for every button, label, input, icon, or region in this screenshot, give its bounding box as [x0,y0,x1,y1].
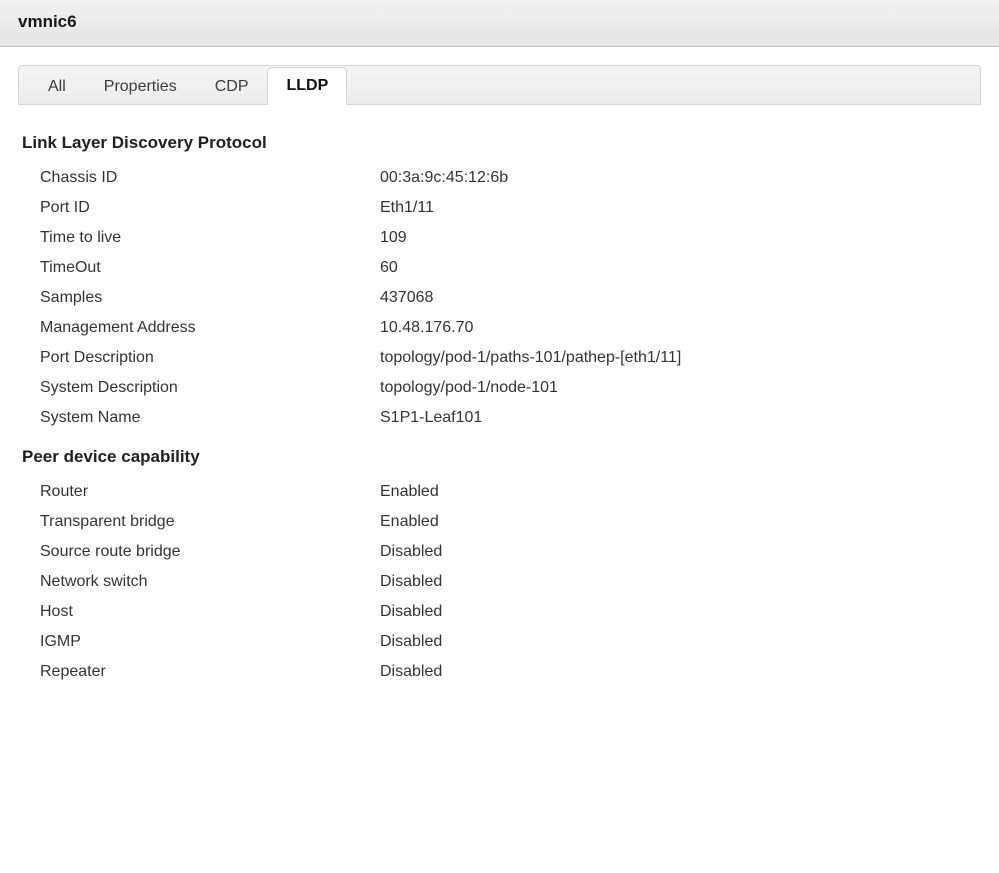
value-host: Disabled [380,603,442,621]
value-network-switch: Disabled [380,573,442,591]
value-igmp: Disabled [380,633,442,651]
label-router: Router [40,483,380,501]
row-router: Router Enabled [22,477,977,507]
section-peer-title: Peer device capability [22,447,977,467]
row-repeater: Repeater Disabled [22,657,977,687]
row-chassis-id: Chassis ID 00:3a:9c:45:12:6b [22,163,977,193]
label-sys-desc: System Description [40,379,380,397]
value-router: Enabled [380,483,439,501]
value-sys-desc: topology/pod-1/node-101 [380,379,558,397]
label-transparent-bridge: Transparent bridge [40,513,380,531]
value-timeout: 60 [380,259,398,277]
value-repeater: Disabled [380,663,442,681]
content-panel: Link Layer Discovery Protocol Chassis ID… [0,105,999,873]
window-title: vmnic6 [18,12,981,32]
label-source-route-bridge: Source route bridge [40,543,380,561]
label-host: Host [40,603,380,621]
value-sys-name: S1P1-Leaf101 [380,409,482,427]
label-samples: Samples [40,289,380,307]
tabbar-container: All Properties CDP LLDP [0,47,999,105]
row-host: Host Disabled [22,597,977,627]
label-port-desc: Port Description [40,349,380,367]
row-sys-desc: System Description topology/pod-1/node-1… [22,373,977,403]
label-network-switch: Network switch [40,573,380,591]
tabbar: All Properties CDP LLDP [18,65,981,105]
value-samples: 437068 [380,289,433,307]
row-port-desc: Port Description topology/pod-1/paths-10… [22,343,977,373]
value-transparent-bridge: Enabled [380,513,439,531]
row-mgmt-addr: Management Address 10.48.176.70 [22,313,977,343]
value-source-route-bridge: Disabled [380,543,442,561]
label-chassis-id: Chassis ID [40,169,380,187]
value-mgmt-addr: 10.48.176.70 [380,319,473,337]
row-transparent-bridge: Transparent bridge Enabled [22,507,977,537]
value-port-id: Eth1/11 [380,199,434,217]
value-ttl: 109 [380,229,407,247]
row-timeout: TimeOut 60 [22,253,977,283]
label-sys-name: System Name [40,409,380,427]
tab-cdp[interactable]: CDP [196,68,268,105]
label-igmp: IGMP [40,633,380,651]
row-port-id: Port ID Eth1/11 [22,193,977,223]
value-port-desc: topology/pod-1/paths-101/pathep-[eth1/11… [380,349,681,367]
row-samples: Samples 437068 [22,283,977,313]
label-timeout: TimeOut [40,259,380,277]
tab-all[interactable]: All [29,68,85,105]
window: vmnic6 All Properties CDP LLDP Link Laye… [0,0,999,873]
tab-lldp[interactable]: LLDP [267,67,347,105]
label-port-id: Port ID [40,199,380,217]
section-lldp-title: Link Layer Discovery Protocol [22,133,977,153]
row-source-route-bridge: Source route bridge Disabled [22,537,977,567]
titlebar: vmnic6 [0,0,999,47]
tab-properties[interactable]: Properties [85,68,196,105]
row-network-switch: Network switch Disabled [22,567,977,597]
label-repeater: Repeater [40,663,380,681]
row-igmp: IGMP Disabled [22,627,977,657]
row-sys-name: System Name S1P1-Leaf101 [22,403,977,433]
label-ttl: Time to live [40,229,380,247]
row-ttl: Time to live 109 [22,223,977,253]
value-chassis-id: 00:3a:9c:45:12:6b [380,169,508,187]
label-mgmt-addr: Management Address [40,319,380,337]
